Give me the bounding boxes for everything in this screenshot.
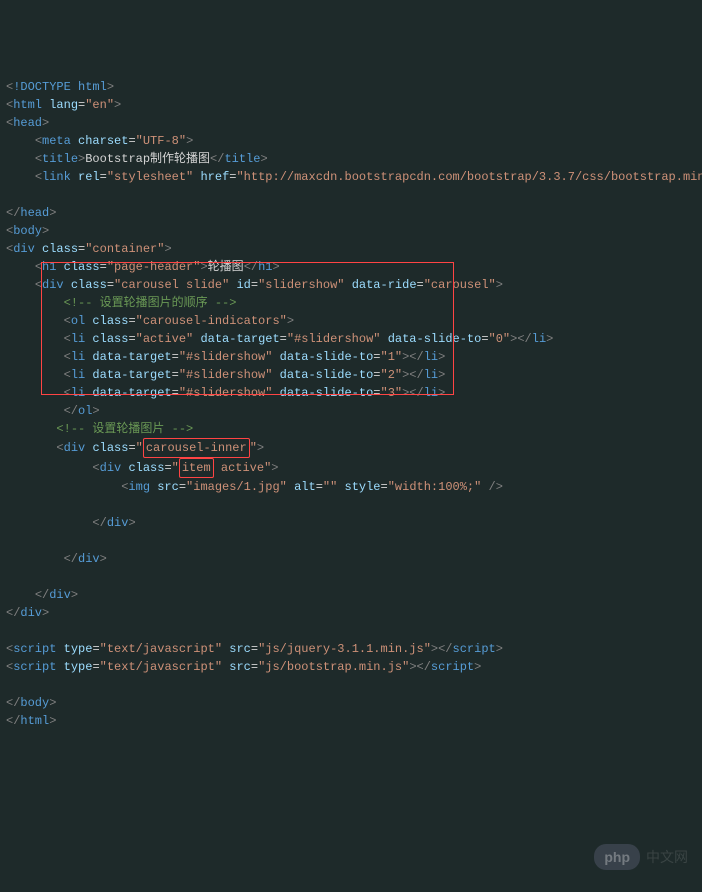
code-line-20: <!-- 设置轮播图片 -->	[6, 422, 193, 436]
highlight-item: item	[179, 458, 214, 478]
watermark-php: php	[594, 844, 640, 870]
code-line-1: <!DOCTYPE html>	[6, 80, 114, 94]
code-line-34	[6, 678, 13, 692]
code-block: <!DOCTYPE html> <html lang="en"> <head> …	[6, 78, 702, 730]
code-line-3: <head>	[6, 116, 49, 130]
code-line-19: </ol>	[6, 404, 100, 418]
code-line-22: <div class="item active">	[6, 461, 278, 475]
code-line-24	[6, 498, 13, 512]
code-line-8: </head>	[6, 206, 56, 220]
code-line-31	[6, 624, 13, 638]
code-line-21: <div class="carousel-inner">	[6, 441, 264, 455]
code-line-12: <div class="carousel slide" id="slidersh…	[6, 278, 503, 292]
code-line-2: <html lang="en">	[6, 98, 121, 112]
code-line-23: <img src="images/1.jpg" alt="" style="wi…	[6, 480, 503, 494]
highlight-carousel-inner: carousel-inner	[143, 438, 250, 458]
code-line-33: <script type="text/javascript" src="js/b…	[6, 660, 481, 674]
code-line-15: <li class="active" data-target="#sliders…	[6, 332, 553, 346]
code-line-27: </div>	[6, 552, 107, 566]
code-line-11: <h1 class="page-header">轮播图</h1>	[6, 260, 280, 274]
code-line-13: <!-- 设置轮播图片的顺序 -->	[6, 296, 236, 310]
code-line-5: <title>Bootstrap制作轮播图</title>	[6, 152, 268, 166]
code-line-36: </html>	[6, 714, 56, 728]
code-line-17: <li data-target="#slidershow" data-slide…	[6, 368, 445, 382]
code-line-30: </div>	[6, 606, 49, 620]
code-line-29: </div>	[6, 588, 78, 602]
code-line-6: <link rel="stylesheet" href="http://maxc…	[6, 170, 702, 184]
code-line-16: <li data-target="#slidershow" data-slide…	[6, 350, 445, 364]
code-line-35: </body>	[6, 696, 56, 710]
code-line-26	[6, 534, 13, 548]
code-line-7	[6, 188, 13, 202]
code-line-10: <div class="container">	[6, 242, 172, 256]
watermark-cn: 中文网	[646, 848, 688, 866]
code-line-25: </div>	[6, 516, 136, 530]
code-line-4: <meta charset="UTF-8">	[6, 134, 193, 148]
watermark: php 中文网	[594, 844, 688, 870]
code-line-28	[6, 570, 13, 584]
code-line-18: <li data-target="#slidershow" data-slide…	[6, 386, 445, 400]
code-line-14: <ol class="carousel-indicators">	[6, 314, 294, 328]
code-line-9: <body>	[6, 224, 49, 238]
code-line-32: <script type="text/javascript" src="js/j…	[6, 642, 503, 656]
